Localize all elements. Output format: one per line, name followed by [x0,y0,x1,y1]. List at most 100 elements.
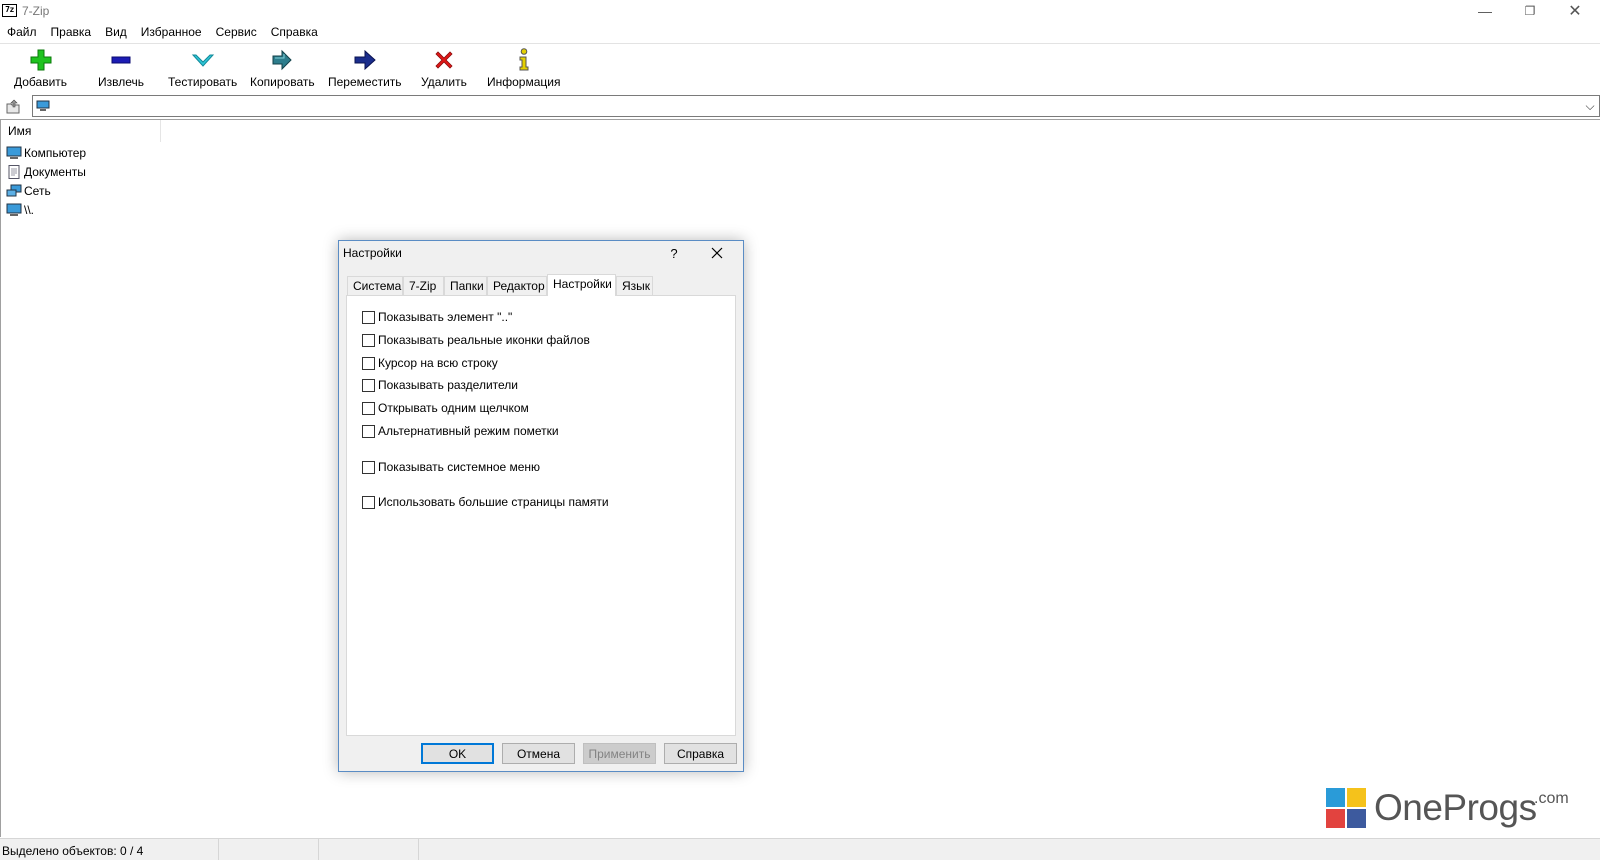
settings-tab-panel: Показывать элемент ".." Показывать реаль… [346,295,736,736]
help-button[interactable]: Справка [664,743,737,764]
checkbox[interactable] [362,401,375,415]
list-item[interactable]: Сеть [6,182,51,200]
tab-7zip[interactable]: 7-Zip [403,276,444,295]
info-button[interactable]: Информация [487,48,560,92]
move-button[interactable]: Переместить [328,48,402,92]
option-large-pages[interactable]: Использовать большие страницы памяти [362,494,609,510]
ok-button[interactable]: OK [421,743,494,764]
tab-editor[interactable]: Редактор [487,276,547,295]
test-button-label: Тестировать [168,75,238,89]
dialog-title: Настройки [343,246,402,260]
option-system-menu[interactable]: Показывать системное меню [362,459,540,475]
checkbox[interactable] [362,333,375,347]
tab-system[interactable]: Система [347,276,403,295]
info-button-label: Информация [487,75,561,89]
watermark-suffix: .com [1534,790,1569,807]
computer-icon [36,100,50,111]
extract-button-label: Извлечь [98,75,145,89]
option-label: Показывать системное меню [378,460,541,474]
option-show-dots[interactable]: Показывать элемент ".." [362,309,512,325]
tab-language[interactable]: Язык [616,276,653,295]
list-item[interactable]: Компьютер [6,144,86,162]
toolbar: Добавить Извлечь Тестировать Копировать … [0,43,1600,93]
dialog-help-button[interactable]: ? [659,241,689,265]
network-icon [6,184,22,197]
delete-button[interactable]: Удалить [421,48,467,92]
menu-tools[interactable]: Сервис [209,23,264,42]
chevron-down-icon[interactable]: ⌵ [1583,99,1597,113]
oneprogs-logo-icon [1326,788,1366,828]
computer-icon [6,146,22,159]
tab-settings[interactable]: Настройки [547,274,616,296]
app-icon[interactable]: 7z [2,4,17,17]
menu-view[interactable]: Вид [98,23,134,42]
option-show-grid[interactable]: Показывать разделители [362,377,518,393]
tab-folders[interactable]: Папки [444,276,487,295]
cancel-button[interactable]: Отмена [502,743,575,764]
file-list[interactable]: Имя Компьютер Документы Сеть \\. [0,119,1600,837]
option-alt-selection[interactable]: Альтернативный режим пометки [362,423,559,439]
option-label: Курсор на всю строку [378,356,498,370]
move-arrow-icon [353,48,377,72]
move-button-label: Переместить [328,75,402,89]
option-label: Использовать большие страницы памяти [378,495,609,509]
checkbox[interactable] [362,356,375,370]
option-real-icons[interactable]: Показывать реальные иконки файлов [362,332,590,348]
dialog-close-button[interactable] [695,241,739,265]
checkmark-icon [191,48,215,72]
folder-up-icon [6,99,20,114]
menu-bar: Файл Правка Вид Избранное Сервис Справка [0,23,1600,42]
menu-help[interactable]: Справка [264,23,325,42]
add-button[interactable]: Добавить [14,48,67,92]
folder-up-button[interactable] [3,96,23,116]
option-full-row-select[interactable]: Курсор на всю строку [362,355,498,371]
minus-icon [109,48,133,72]
copy-button[interactable]: Копировать [250,48,315,92]
list-item[interactable]: Документы [6,163,86,181]
close-icon [711,247,723,259]
delete-x-icon [432,48,456,72]
menu-file[interactable]: Файл [0,23,44,42]
checkbox[interactable] [362,460,375,474]
documents-icon [8,165,20,179]
info-icon [512,48,536,72]
computer-icon [6,203,22,216]
add-button-label: Добавить [14,75,68,89]
status-cell-2 [219,839,319,860]
list-item-label: Сеть [24,184,51,198]
status-selected: Выделено объектов: 0 / 4 [0,839,219,860]
list-item-label: Документы [24,165,86,179]
list-item[interactable]: \\. [6,201,34,219]
option-label: Показывать реальные иконки файлов [378,333,590,347]
list-item-label: Компьютер [24,146,87,160]
option-label: Альтернативный режим пометки [378,424,559,438]
extract-button[interactable]: Извлечь [98,48,144,92]
menu-favorites[interactable]: Избранное [134,23,209,42]
checkbox[interactable] [362,378,375,392]
option-label: Открывать одним щелчком [378,401,529,415]
status-bar: Выделено объектов: 0 / 4 [0,838,1600,860]
checkbox[interactable] [362,310,375,324]
checkbox[interactable] [362,495,375,509]
option-label: Показывать элемент ".." [378,310,513,324]
delete-button-label: Удалить [421,75,467,89]
title-bar: 7z 7-Zip — ❐ ✕ [0,0,1600,22]
path-combobox[interactable]: ⌵ [32,95,1600,117]
minimize-button[interactable]: — [1463,0,1507,22]
status-cell-3 [319,839,419,860]
address-bar: ⌵ [0,94,1600,118]
restore-button[interactable]: ❐ [1508,0,1552,22]
checkbox[interactable] [362,424,375,438]
option-single-click[interactable]: Открывать одним щелчком [362,400,529,416]
window-title: 7-Zip [22,4,50,18]
settings-dialog: Настройки ? Система 7-Zip Папки Редактор… [338,240,744,772]
menu-edit[interactable]: Правка [44,23,99,42]
copy-button-label: Копировать [250,75,315,89]
apply-button: Применить [583,743,656,764]
close-button[interactable]: ✕ [1553,0,1597,22]
watermark-logo: OneProgs .com [1326,786,1571,830]
column-header-name[interactable]: Имя [1,120,161,142]
list-item-label: \\. [24,203,35,217]
test-button[interactable]: Тестировать [168,48,237,92]
plus-icon [29,48,53,72]
